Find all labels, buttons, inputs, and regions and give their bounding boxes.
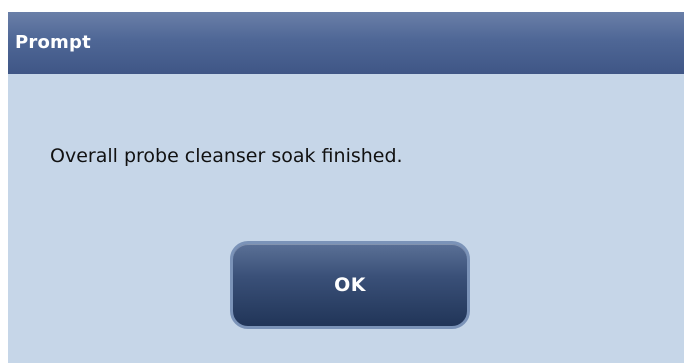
ok-button-label: OK [334,274,366,296]
prompt-dialog: Prompt Overall probe cleanser soak finis… [8,12,684,363]
dialog-title: Prompt [15,32,91,53]
ok-button[interactable]: OK [230,241,470,329]
dialog-message: Overall probe cleanser soak finished. [50,145,403,167]
dialog-titlebar: Prompt [8,12,684,74]
